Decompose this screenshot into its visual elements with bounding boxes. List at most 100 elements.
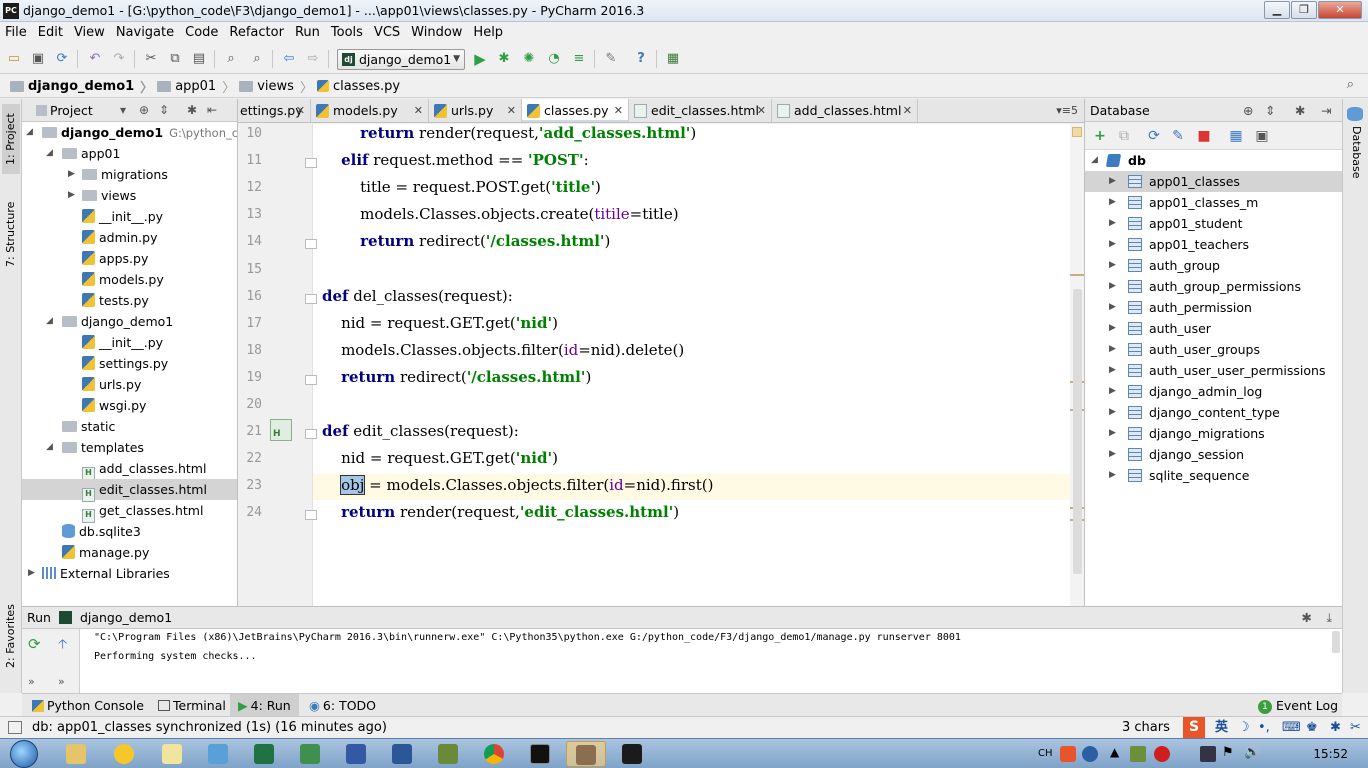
volume-icon[interactable]: 🔊 — [1244, 745, 1260, 760]
collapse-all-icon[interactable]: ⇕ — [159, 99, 169, 122]
hide-panel-icon[interactable]: ⇥ — [1321, 99, 1331, 122]
editor-tab[interactable]: ettings.py ✕ — [238, 99, 311, 122]
more-icon[interactable]: » — [58, 675, 65, 688]
editor-tab[interactable]: models.py ✕ — [311, 99, 429, 122]
hide-panel-icon[interactable]: ⇤ — [207, 99, 217, 122]
open-folder-icon[interactable]: ▭ — [5, 50, 23, 68]
code-line[interactable]: elif request.method == 'POST': — [322, 151, 589, 169]
database-table-item[interactable]: ▶ app01_classes — [1085, 171, 1342, 192]
menu-item-run[interactable]: Run — [295, 25, 320, 40]
language-indicator[interactable]: CH — [1038, 739, 1053, 768]
properties-icon[interactable]: ✎ — [1169, 127, 1187, 145]
network-icon[interactable] — [1200, 746, 1216, 762]
run-icon[interactable]: ▶ — [471, 50, 489, 68]
chevron-down-icon[interactable]: ◢ — [46, 437, 56, 458]
chevron-down-icon[interactable]: ◢ — [46, 143, 56, 164]
console-icon[interactable]: ▣ — [1253, 127, 1271, 145]
code-line[interactable]: def edit_classes(request): — [322, 422, 519, 440]
database-table-item[interactable]: ▶ auth_group_permissions — [1085, 276, 1342, 297]
menu-item-window[interactable]: Window — [411, 25, 462, 40]
database-table-item[interactable]: ▶ auth_user_user_permissions — [1085, 360, 1342, 381]
chevron-down-icon[interactable]: ◢ — [46, 311, 56, 332]
ime-skin-icon[interactable]: ♚ — [1306, 717, 1318, 738]
tree-item[interactable]: admin.py — [22, 227, 237, 248]
concurrency-icon[interactable]: ≡ — [570, 50, 588, 68]
menu-item-refactor[interactable]: Refactor — [229, 25, 284, 40]
code-editor[interactable]: 10 11 12 13 14 15 16 17 18 19 20 21 22 23 24 H return r… — [238, 124, 1084, 606]
clock[interactable]: 15:52 — [1313, 739, 1348, 768]
run-configuration-select[interactable]: dj django_demo1 ▼ — [337, 49, 465, 70]
profile-icon[interactable]: ◔ — [545, 50, 563, 68]
tool-tab-todo[interactable]: ◉ 6: TODO — [309, 694, 376, 717]
close-icon[interactable]: ✕ — [614, 99, 623, 122]
fold-marker[interactable] — [305, 239, 317, 250]
chevron-right-icon[interactable]: ▶ — [1109, 339, 1116, 360]
add-icon[interactable]: + — [1091, 127, 1109, 145]
copy-icon[interactable]: ⧉ — [1115, 127, 1133, 145]
help-tray-icon[interactable] — [1082, 746, 1098, 762]
chevron-down-icon[interactable]: ▾ — [120, 99, 126, 122]
arrow-up-icon[interactable]: 🡡 — [58, 635, 67, 657]
settings-wrench-icon[interactable]: ✎ — [602, 50, 620, 68]
rerun-icon[interactable]: ⟳ — [28, 635, 41, 653]
fold-marker[interactable] — [305, 293, 317, 304]
tree-item[interactable]: wsgi.py — [22, 395, 237, 416]
menu-item-edit[interactable]: Edit — [38, 25, 63, 40]
database-table-item[interactable]: ▶ app01_classes_m — [1085, 192, 1342, 213]
database-table-item[interactable]: ▶ django_content_type — [1085, 402, 1342, 423]
database-table-item[interactable]: ▶ django_session — [1085, 444, 1342, 465]
gear-icon[interactable]: ✱ — [1295, 99, 1305, 122]
chevron-right-icon[interactable]: ▶ — [1109, 318, 1116, 339]
chevron-right-icon[interactable]: ▶ — [28, 563, 38, 584]
event-log-tab[interactable]: 1 Event Log — [1258, 694, 1338, 717]
database-table-item[interactable]: ▶ auth_user_groups — [1085, 339, 1342, 360]
database-table-item[interactable]: ▶ app01_teachers — [1085, 234, 1342, 255]
close-button[interactable]: ✕ — [1318, 1, 1362, 19]
taskbar-cmd[interactable] — [520, 741, 560, 767]
chevron-right-icon[interactable]: ▶ — [1109, 381, 1116, 402]
ime-punct-icon[interactable]: •, — [1258, 717, 1270, 738]
chevron-down-icon[interactable]: ◢ — [26, 122, 36, 143]
fold-marker[interactable] — [305, 429, 317, 440]
taskbar-qq[interactable] — [104, 741, 144, 767]
tree-item[interactable]: ◢ django_demo1 — [22, 311, 237, 332]
chevron-right-icon[interactable]: ▶ — [1109, 234, 1116, 255]
tree-item[interactable]: __init__.py — [22, 332, 237, 353]
ime-keyboard-icon[interactable]: ⌨ — [1282, 717, 1301, 738]
chevron-right-icon[interactable]: ▶ — [1109, 297, 1116, 318]
table-editor-icon[interactable]: ▦ — [1227, 127, 1245, 145]
search-icon[interactable]: ⌕ — [1347, 77, 1354, 92]
code-line[interactable]: def del_classes(request): — [322, 287, 513, 305]
editor-scrollbar[interactable] — [1073, 289, 1082, 574]
menu-item-file[interactable]: File — [5, 25, 27, 40]
taskbar-notepad[interactable] — [152, 741, 192, 767]
tool-tab-favorites[interactable]: 2: Favorites — [2, 599, 20, 674]
vcs-icon[interactable]: ▦ — [664, 50, 682, 68]
ime-language[interactable]: 英 — [1215, 717, 1228, 738]
taskbar-explorer[interactable] — [56, 741, 96, 767]
database-table-item[interactable]: ▶ auth_group — [1085, 255, 1342, 276]
back-icon[interactable]: ⇦ — [280, 50, 298, 68]
paste-icon[interactable]: ▤ — [190, 50, 208, 68]
database-table-item[interactable]: ▶ auth_permission — [1085, 297, 1342, 318]
menu-item-tools[interactable]: Tools — [331, 25, 363, 40]
database-table-item[interactable]: ▶ sqlite_sequence — [1085, 465, 1342, 486]
chevron-right-icon[interactable]: ▶ — [1109, 402, 1116, 423]
run-scrollbar[interactable] — [1332, 631, 1340, 653]
taskbar-active-app[interactable] — [566, 741, 606, 767]
close-icon[interactable]: ✕ — [507, 99, 516, 122]
tree-item[interactable]: settings.py — [22, 353, 237, 374]
tree-item[interactable]: models.py — [22, 269, 237, 290]
tree-item[interactable]: Hedit_classes.html — [22, 479, 237, 502]
menu-item-view[interactable]: View — [74, 25, 105, 40]
tray-app-icon[interactable] — [1130, 746, 1146, 762]
coverage-icon[interactable]: ✺ — [520, 50, 538, 68]
ime-sogou-icon[interactable]: S — [1183, 717, 1205, 738]
copy-icon[interactable]: ⧉ — [166, 50, 184, 68]
status-message[interactable]: db: app01_classes synchronized (1s) (16 … — [32, 717, 387, 738]
tree-item[interactable]: tests.py — [22, 290, 237, 311]
tree-item[interactable]: manage.py — [22, 542, 237, 563]
collapse-all-icon[interactable]: ⇕ — [1265, 99, 1275, 122]
start-button[interactable] — [4, 739, 44, 768]
tree-item[interactable]: ▶ External Libraries — [22, 563, 237, 584]
